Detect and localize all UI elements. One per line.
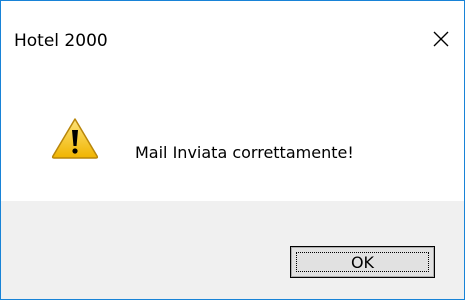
- title-bar: Hotel 2000: [1, 1, 464, 61]
- button-bar: OK: [1, 201, 464, 299]
- message-text: Mail Inviata correttamente!: [135, 143, 354, 162]
- window-title: Hotel 2000: [14, 31, 108, 51]
- ok-button-label: OK: [350, 252, 375, 272]
- ok-button[interactable]: OK: [290, 246, 435, 278]
- dialog-content: Mail Inviata correttamente!: [1, 61, 464, 201]
- message-dialog: Hotel 2000 Mail Inviata correttamente! O…: [0, 0, 465, 300]
- close-button[interactable]: [418, 19, 464, 59]
- warning-icon: [51, 118, 99, 159]
- close-icon: [433, 31, 449, 47]
